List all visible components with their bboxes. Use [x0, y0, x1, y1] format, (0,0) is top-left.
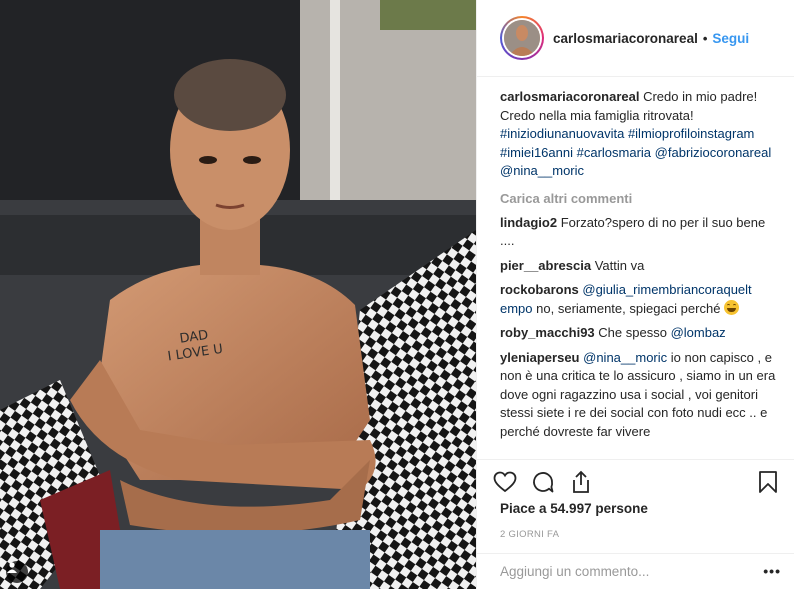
hashtag[interactable]: #ilmioprofiloinstagram	[628, 126, 754, 141]
comment-icon[interactable]	[530, 469, 556, 495]
follow-button[interactable]: Segui	[712, 31, 749, 46]
post-timestamp[interactable]: 2 GIORNI FA	[500, 529, 559, 540]
grinning-face-icon	[724, 299, 740, 315]
likes-count[interactable]: Piace a 54.997 persone	[500, 501, 648, 516]
post-photo[interactable]: DAD I LOVE U	[0, 0, 476, 589]
mention[interactable]: @fabriziocoronareal	[655, 145, 772, 160]
more-options-icon[interactable]: •••	[763, 563, 781, 579]
load-more-comments-button[interactable]: Carica altri commenti	[500, 190, 781, 208]
comment-text: no, seriamente, spiegaci perché	[536, 300, 721, 316]
comment-item: pier__abrescia Vattin va	[500, 257, 781, 276]
comment-item: yleniaperseu @nina__moric io non capisco…	[500, 349, 781, 442]
header-username[interactable]: carlosmariacoronareal	[553, 31, 698, 46]
comment-text: Vattin va	[594, 257, 645, 273]
avatar[interactable]	[500, 16, 544, 60]
comment-mention[interactable]: @nina__moric	[583, 350, 667, 365]
post-header: carlosmariacoronareal • Segui	[477, 0, 794, 77]
comment-item: roby_macchi93 Che spesso @lombaz	[500, 324, 781, 343]
hashtag[interactable]: #imiei16anni	[500, 145, 573, 160]
post-photo-image: DAD I LOVE U	[0, 0, 476, 589]
add-comment-input[interactable]	[500, 564, 750, 579]
separator-dot: •	[702, 30, 708, 46]
comment-item: rockobarons @giulia_rimembriancoraquelt …	[500, 281, 781, 318]
instagram-post: DAD I LOVE U carlosmariacoronareal • Seg…	[0, 0, 794, 589]
comments-list[interactable]: carlosmariacoronareal Credo in mio padre…	[477, 88, 794, 460]
comment-username[interactable]: yleniaperseu	[500, 350, 580, 365]
comment-username[interactable]: roby_macchi93	[500, 325, 595, 340]
post-sidebar: carlosmariacoronareal • Segui carlosmari…	[476, 0, 794, 589]
bookmark-icon[interactable]	[755, 469, 781, 495]
heart-icon[interactable]	[492, 469, 518, 495]
add-comment-bar: •••	[477, 553, 794, 589]
comment-username[interactable]: lindagio2	[500, 215, 557, 230]
comment-item: lindagio2 Forzato?spero di no per il suo…	[500, 214, 781, 251]
hashtag[interactable]: #iniziodiunanuovavita	[500, 126, 624, 141]
comment-username[interactable]: pier__abrescia	[500, 258, 591, 273]
comment-mention[interactable]: @lombaz	[671, 325, 726, 340]
user-tag-icon[interactable]	[6, 561, 28, 583]
hashtag[interactable]: #carlosmaria	[577, 145, 651, 160]
comment-username[interactable]: rockobarons	[500, 282, 579, 297]
mention[interactable]: @nina__moric	[500, 163, 584, 178]
post-actions	[477, 459, 794, 504]
share-icon[interactable]	[568, 469, 594, 495]
post-caption: carlosmariacoronareal Credo in mio padre…	[500, 88, 781, 181]
comment-text: Che spesso	[598, 325, 667, 340]
caption-username[interactable]: carlosmariacoronareal	[500, 89, 639, 104]
